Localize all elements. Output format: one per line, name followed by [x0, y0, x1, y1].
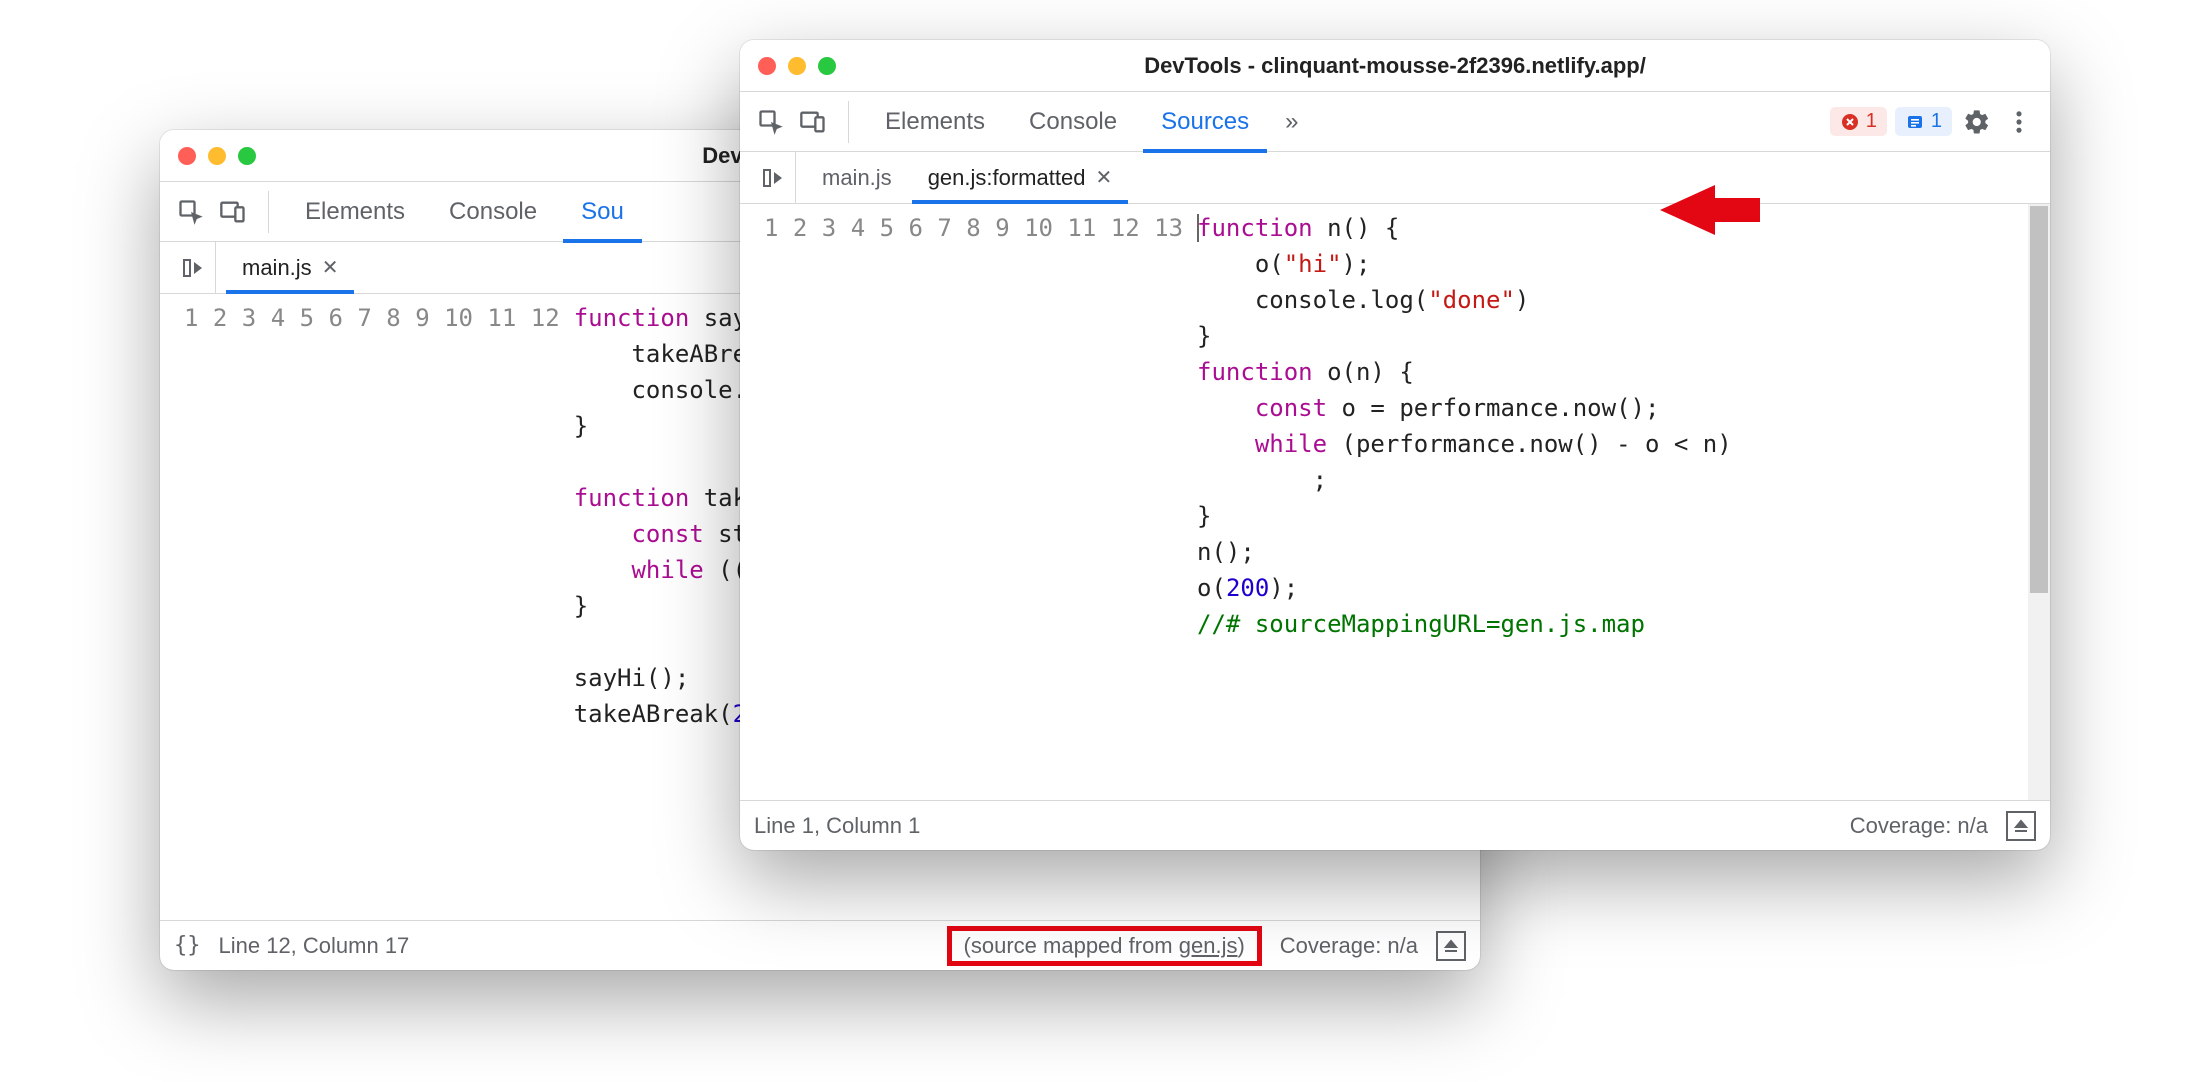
coverage-status: Coverage: n/a — [1280, 933, 1418, 959]
info-count-badge[interactable]: 1 — [1895, 107, 1952, 136]
panel-tab-elements[interactable]: Elements — [867, 92, 1003, 152]
titlebar: DevTools - clinquant-mousse-2f2396.netli… — [740, 40, 2050, 92]
file-tab-label: main.js — [822, 165, 892, 191]
file-tab-gen-js-formatted[interactable]: gen.js:formatted ✕ — [912, 152, 1129, 203]
cursor-position: Line 1, Column 1 — [754, 813, 920, 839]
divider — [268, 191, 269, 233]
debugger-pane-icon[interactable] — [750, 152, 796, 203]
status-bar: Line 1, Column 1 Coverage: n/a — [740, 800, 2050, 850]
panel-tab-sources[interactable]: Sources — [1143, 92, 1267, 152]
close-window-button[interactable] — [758, 57, 776, 75]
scrollbar-thumb[interactable] — [2030, 206, 2048, 593]
zoom-window-button[interactable] — [238, 147, 256, 165]
debugger-pane-icon[interactable] — [170, 242, 216, 293]
minimize-window-button[interactable] — [788, 57, 806, 75]
panel-tab-sources[interactable]: Sou — [563, 182, 642, 242]
settings-icon[interactable] — [1960, 105, 1994, 139]
inspect-icon[interactable] — [174, 195, 208, 229]
divider — [848, 101, 849, 143]
panel-tab-elements[interactable]: Elements — [287, 182, 423, 242]
status-bar: {} Line 12, Column 17 (source mapped fro… — [160, 920, 1480, 970]
line-number-gutter: 1 2 3 4 5 6 7 8 9 10 11 12 13 — [740, 204, 1197, 800]
device-mode-icon[interactable] — [216, 195, 250, 229]
source-mapped-link[interactable]: gen.js — [1179, 933, 1238, 958]
kebab-menu-icon[interactable] — [2002, 105, 2036, 139]
cursor-position: Line 12, Column 17 — [219, 933, 410, 959]
zoom-window-button[interactable] — [818, 57, 836, 75]
coverage-status: Coverage: n/a — [1850, 813, 1988, 839]
file-tab-label: gen.js:formatted — [928, 165, 1086, 191]
file-tab-label: main.js — [242, 255, 312, 281]
devtools-toolbar: Elements Console Sources » 1 1 — [740, 92, 2050, 152]
traffic-lights — [178, 147, 256, 165]
minimize-window-button[interactable] — [208, 147, 226, 165]
line-number-gutter: 1 2 3 4 5 6 7 8 9 10 11 12 — [160, 294, 574, 920]
traffic-lights — [758, 57, 836, 75]
device-mode-icon[interactable] — [796, 105, 830, 139]
inspect-icon[interactable] — [754, 105, 788, 139]
more-panels-icon[interactable]: » — [1275, 92, 1308, 152]
devtools-window-front: DevTools - clinquant-mousse-2f2396.netli… — [740, 40, 2050, 850]
info-count: 1 — [1931, 110, 1942, 133]
window-title: DevTools - clinquant-mousse-2f2396.netli… — [740, 53, 2050, 79]
error-count-badge[interactable]: 1 — [1830, 107, 1887, 136]
expand-panel-icon[interactable] — [2006, 811, 2036, 841]
close-tab-icon[interactable]: ✕ — [322, 255, 339, 280]
file-tab-main-js[interactable]: main.js ✕ — [226, 242, 354, 293]
info-icon — [1905, 112, 1925, 132]
source-mapped-indicator: (source mapped from gen.js) — [947, 926, 1262, 966]
code-content: function n() { o("hi"); console.log("don… — [1197, 204, 1732, 800]
code-editor[interactable]: 1 2 3 4 5 6 7 8 9 10 11 12 13 function n… — [740, 204, 2050, 800]
error-count: 1 — [1866, 110, 1877, 133]
file-tab-main-js[interactable]: main.js — [806, 152, 908, 203]
error-icon — [1840, 112, 1860, 132]
scrollbar[interactable] — [2028, 204, 2050, 800]
panel-tab-console[interactable]: Console — [1011, 92, 1135, 152]
close-tab-icon[interactable]: ✕ — [1095, 165, 1112, 190]
panel-tab-console[interactable]: Console — [431, 182, 555, 242]
pretty-print-icon[interactable]: {} — [174, 933, 201, 958]
close-window-button[interactable] — [178, 147, 196, 165]
file-tabstrip: main.js gen.js:formatted ✕ — [740, 152, 2050, 204]
expand-panel-icon[interactable] — [1436, 931, 1466, 961]
